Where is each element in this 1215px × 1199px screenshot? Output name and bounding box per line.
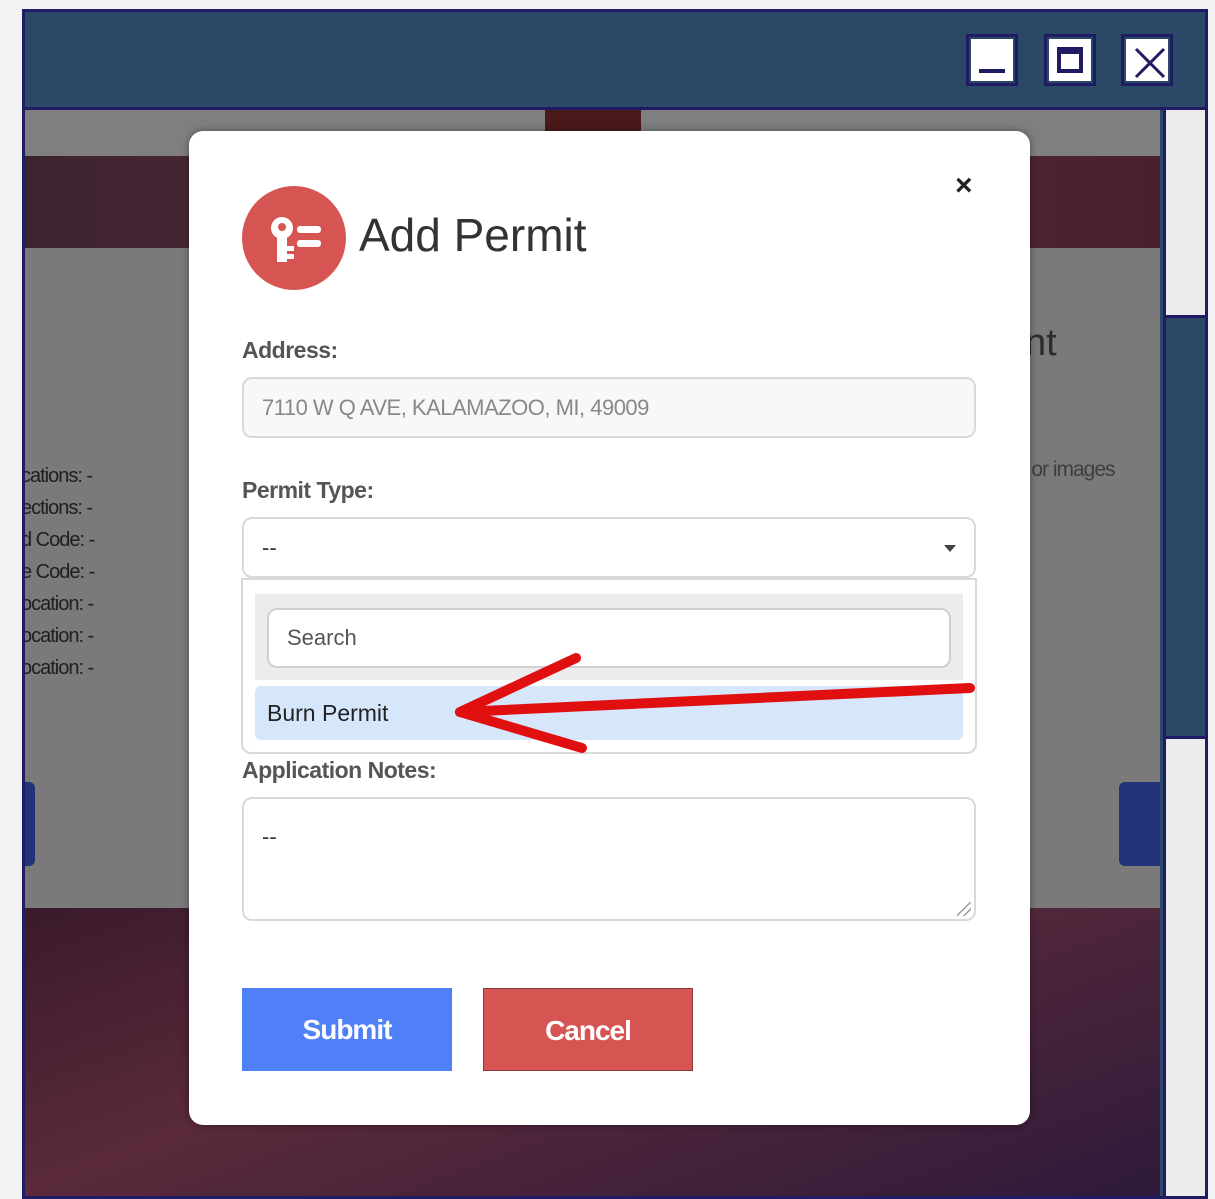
application-notes-value: -- [262, 824, 277, 849]
title-bar [25, 12, 1205, 110]
minimize-icon [971, 39, 1013, 81]
add-permit-dialog: × Add Permit Address: 7110 W Q AVE, KALA… [189, 131, 1030, 1125]
detail-label: ections: - [25, 497, 93, 519]
permit-type-value: -- [262, 535, 277, 560]
detail-label: cations: - [25, 465, 93, 487]
application-notes-textarea[interactable]: -- [242, 797, 976, 921]
detail-label: e Code: - [25, 561, 95, 583]
submit-button[interactable]: Submit [242, 988, 452, 1071]
detail-label: ocation: - [25, 625, 94, 647]
permit-type-select[interactable]: -- [242, 517, 976, 578]
maximize-icon [1049, 39, 1091, 81]
minimize-button[interactable] [966, 34, 1018, 86]
close-icon [1126, 39, 1168, 81]
application-notes-label: Application Notes: [242, 757, 437, 783]
detail-label: ocation: - [25, 657, 94, 679]
scrollbar-thumb[interactable] [1166, 318, 1205, 739]
scrollbar[interactable] [1163, 110, 1205, 1196]
chevron-down-icon [944, 545, 956, 552]
window-close-button[interactable] [1121, 34, 1173, 86]
address-label: Address: [242, 337, 338, 363]
background-left-button [25, 782, 35, 866]
detail-label: ocation: - [25, 593, 94, 615]
resize-handle-icon[interactable] [957, 902, 971, 916]
address-field[interactable]: 7110 W Q AVE, KALAMAZOO, MI, 49009 [242, 377, 976, 438]
scrollbar-track-top [1166, 110, 1205, 318]
cancel-button[interactable]: Cancel [483, 988, 693, 1071]
detail-label: d Code: - [25, 529, 95, 551]
background-text-fragment: s or images [1017, 458, 1116, 481]
key-list-icon [242, 186, 346, 290]
dialog-title: Add Permit [359, 209, 587, 261]
maximize-button[interactable] [1044, 34, 1096, 86]
dialog-close-button[interactable]: × [955, 169, 973, 203]
annotation-arrow-icon [455, 653, 975, 753]
permit-type-label: Permit Type: [242, 477, 374, 503]
background-detail-labels: cations: - ections: - d Code: - e Code: … [25, 460, 95, 684]
background-right-button [1119, 782, 1160, 866]
